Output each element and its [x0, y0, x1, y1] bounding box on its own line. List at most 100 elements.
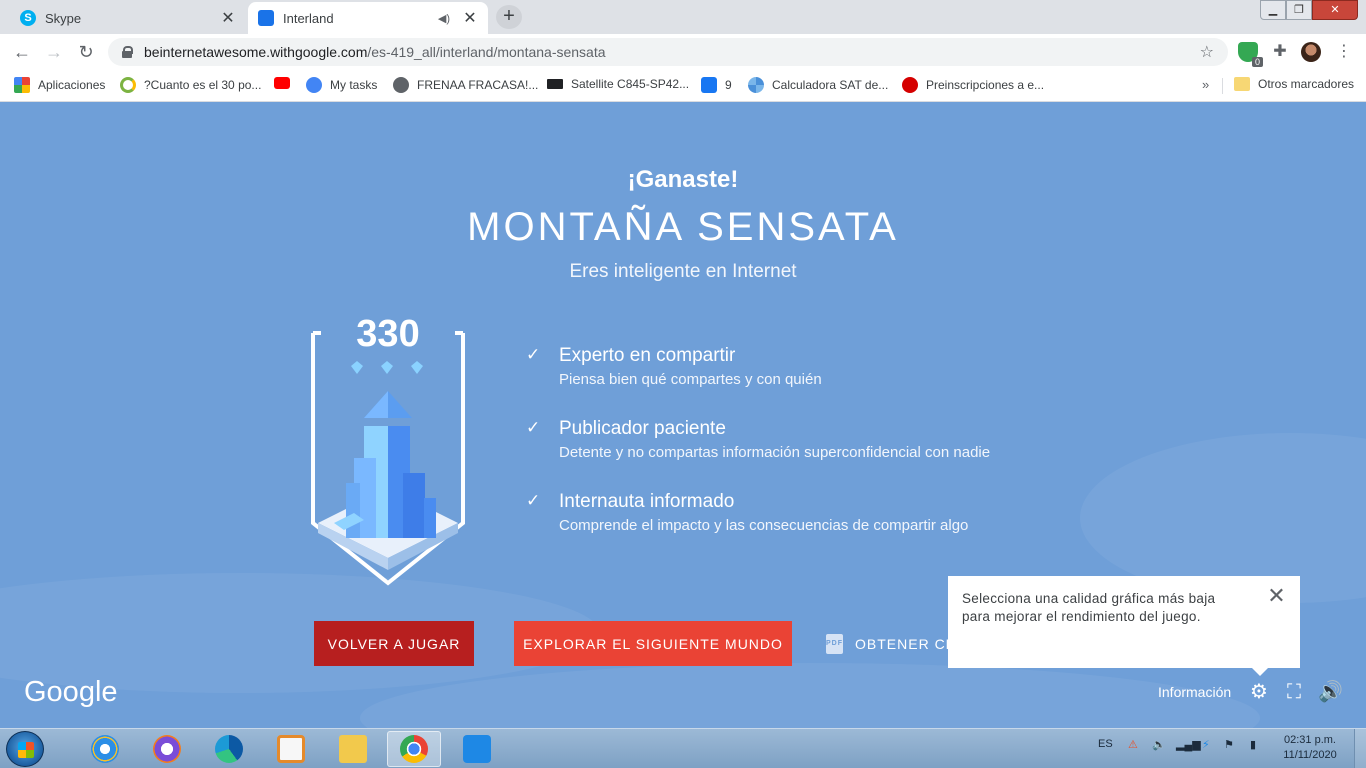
taskbar-app-media-player[interactable] — [264, 731, 318, 767]
check-icon: ✓ — [526, 345, 541, 364]
tooltip-text: Selecciona una calidad gráfica más baja … — [962, 591, 1216, 624]
achievement-title: Experto en compartir — [559, 345, 736, 366]
replay-button[interactable]: VOLVER A JUGAR — [314, 621, 474, 666]
battery-tray-icon[interactable]: ▮ — [1250, 738, 1256, 751]
achievement-title: Publicador paciente — [559, 418, 726, 439]
tab-strip: S Skype ✕ Interland ◀) ✕ + ▁ ❐ ✕ — [0, 0, 1366, 34]
skype-icon: S — [20, 10, 36, 26]
folder-icon — [1234, 77, 1250, 91]
bookmarks-overflow-button[interactable]: » — [1202, 77, 1209, 92]
volume-icon[interactable]: 🔊 — [1318, 681, 1343, 703]
bookmark-label: Otros marcadores — [1258, 77, 1355, 91]
bookmark-label: Calculadora SAT de... — [772, 78, 889, 92]
taskbar-app-vs-code[interactable] — [450, 731, 504, 767]
taskbar-app-internet-explorer[interactable] — [78, 731, 132, 767]
background-wave — [0, 573, 600, 693]
bookmark-apps[interactable]: Aplicaciones — [14, 77, 105, 93]
tab-skype[interactable]: S Skype ✕ — [10, 2, 246, 34]
bookmark-item[interactable]: 9 — [701, 77, 732, 93]
minimize-button[interactable]: ▁ — [1260, 0, 1286, 20]
bookmark-item[interactable]: ?Cuanto es el 30 po... — [120, 77, 261, 93]
toshiba-icon — [547, 79, 563, 89]
bookmark-label: Aplicaciones — [38, 78, 106, 92]
taskbar-app-avast[interactable] — [140, 731, 194, 767]
url-host: beinternetawesome.withgoogle.com — [144, 44, 368, 60]
bookmarks-divider — [1222, 78, 1223, 94]
fullscreen-icon[interactable]: ⛶ — [1283, 681, 1305, 703]
information-link[interactable]: Información — [1158, 684, 1231, 700]
close-tooltip-icon[interactable]: ✕ — [1267, 585, 1286, 607]
profile-avatar[interactable] — [1301, 42, 1321, 62]
other-bookmarks[interactable]: Otros marcadores — [1234, 77, 1354, 91]
system-clock[interactable]: 02:31 p.m. 11/11/2020 — [1276, 733, 1344, 763]
maximize-button[interactable]: ❐ — [1286, 0, 1312, 20]
bookmark-item[interactable]: Preinscripciones a e... — [902, 77, 1044, 93]
windows-logo-icon — [18, 742, 34, 758]
lightning-tray-icon[interactable]: ⚡ — [1202, 738, 1210, 751]
achievement-title: Internauta informado — [559, 491, 735, 512]
taskbar-app-edge[interactable] — [202, 731, 256, 767]
bookmark-label: 9 — [725, 78, 732, 92]
loading-icon — [120, 77, 136, 93]
tab-title: Interland — [283, 10, 334, 26]
bookmarks-bar: Aplicaciones ?Cuanto es el 30 po... My t… — [0, 70, 1366, 102]
bookmark-label: Preinscripciones a e... — [926, 78, 1045, 92]
bookmark-label: FRENAA FRACASA!... — [417, 78, 539, 92]
achievement-desc: Detente y no compartas información super… — [559, 444, 991, 461]
bookmark-label: Satellite C845-SP42... — [571, 77, 690, 91]
taskbar-app-file-explorer[interactable] — [326, 731, 380, 767]
close-window-button[interactable]: ✕ — [1312, 0, 1358, 20]
network-tray-icon[interactable]: ▂▄▆ — [1176, 738, 1201, 751]
reload-button[interactable]: ↻ — [74, 40, 98, 64]
bookmark-label: ?Cuanto es el 30 po... — [144, 78, 262, 92]
shield-extension-icon[interactable]: 0 — [1238, 42, 1263, 67]
lock-icon[interactable] — [122, 46, 133, 58]
language-indicator[interactable]: ES — [1098, 738, 1113, 750]
folder-icon — [339, 735, 367, 763]
clock-date: 11/11/2020 — [1283, 749, 1337, 761]
bookmark-item[interactable]: FRENAA FRACASA!... — [393, 77, 538, 93]
bookmark-item[interactable]: My tasks — [306, 77, 377, 93]
internet-explorer-icon — [91, 735, 119, 763]
check-icon: ✓ — [526, 418, 541, 437]
taskbar-app-chrome[interactable] — [387, 731, 441, 767]
bookmark-youtube[interactable] — [274, 77, 298, 89]
vs-code-icon — [463, 735, 491, 763]
gear-icon[interactable]: ⚙ — [1248, 681, 1270, 703]
bookmark-star-icon[interactable]: ☆ — [1200, 42, 1214, 62]
achievement-desc: Comprende el impacto y las consecuencias… — [559, 517, 969, 534]
globe-icon — [393, 77, 409, 93]
subtitle: Eres inteligente en Internet — [569, 261, 797, 282]
action-center-tray-icon[interactable]: ⚑ — [1224, 738, 1234, 751]
interland-icon — [258, 10, 274, 26]
bookmark-item[interactable]: Satellite C845-SP42... — [547, 77, 689, 91]
get-certificate-button[interactable]: PDF OBTENER CE — [826, 621, 956, 666]
address-bar[interactable]: beinternetawesome.withgoogle.com/es-419_… — [108, 38, 1228, 66]
kebab-menu-icon[interactable]: ⋮ — [1334, 42, 1354, 62]
url-path: /es-419_all/interland/montana-sensata — [367, 44, 606, 60]
media-player-icon — [277, 735, 305, 763]
game-canvas: ¡Ganaste! MONTAÑA SENSATA Eres inteligen… — [0, 103, 1366, 728]
avast-icon — [153, 735, 181, 763]
close-tab-icon[interactable]: ✕ — [220, 8, 236, 28]
sat-icon — [748, 77, 764, 93]
extension-badge: 0 — [1251, 57, 1263, 67]
avast-tray-icon[interactable]: ⚠ — [1128, 738, 1138, 751]
start-button[interactable] — [6, 731, 44, 767]
extensions-puzzle-icon[interactable]: ✚ — [1270, 42, 1290, 62]
win-title: ¡Ganaste! — [627, 166, 739, 193]
facebook-icon — [701, 77, 717, 93]
show-desktop-button[interactable] — [1354, 729, 1366, 768]
audio-playing-icon[interactable]: ◀) — [438, 12, 450, 25]
forward-button[interactable]: → — [42, 40, 66, 64]
speaker-tray-icon[interactable]: 🔈 — [1152, 738, 1166, 751]
world-title: MONTAÑA SENSATA — [467, 205, 899, 249]
tab-title: Skype — [45, 10, 82, 26]
bookmark-item[interactable]: Calculadora SAT de... — [748, 77, 888, 93]
explore-next-world-button[interactable]: EXPLORAR EL SIGUIENTE MUNDO — [514, 621, 792, 666]
close-tab-icon[interactable]: ✕ — [462, 8, 478, 28]
check-icon: ✓ — [526, 491, 541, 510]
new-tab-button[interactable]: + — [496, 5, 522, 29]
back-button[interactable]: ← — [10, 40, 34, 64]
tab-interland[interactable]: Interland ◀) ✕ — [248, 2, 488, 34]
